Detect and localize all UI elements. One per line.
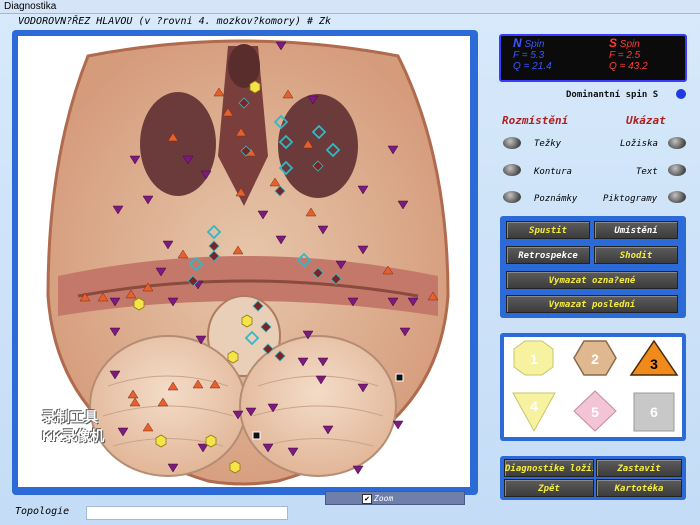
ukazat-title: Ukázat — [626, 114, 666, 127]
scan-heading: VODOROVN?ŘEZ HLAVOU (v ?rovni 4. mozkov?… — [18, 16, 332, 27]
pictogram-4[interactable]: 4 — [512, 392, 556, 433]
radio-kontura[interactable] — [503, 164, 521, 176]
topologie-label: Topologie — [15, 506, 70, 517]
watermark-text: 录制工具 — [42, 409, 98, 425]
watermark-text-2: KK录像机 — [42, 428, 105, 444]
zpet-button[interactable]: Zpět — [504, 479, 594, 497]
scan-viewport[interactable]: 录制工具 KK录像机 — [18, 36, 470, 487]
radio-loziska[interactable] — [668, 137, 686, 149]
bottom-panel: Diagnostike ložisk Zastavit Zpět Kartoté… — [500, 456, 686, 500]
radio-piktogramy[interactable] — [668, 191, 686, 203]
spin-left-q: Q = 21.4 — [513, 61, 552, 72]
scan-panel: 录制工具 KK录像机 — [12, 30, 478, 495]
dominant-spin-label: Dominantní spin S — [566, 90, 659, 100]
pictogram-6[interactable]: 6 — [633, 392, 675, 432]
vymazat-oznacene-button[interactable]: Vymazat ozna?ené — [506, 271, 678, 289]
option-kontura-label: Kontura — [534, 167, 572, 177]
pictogram-panel: 1 2 3 4 5 6 — [500, 333, 686, 441]
dominant-spin-indicator — [676, 89, 686, 99]
spin-right: S Spin F = 2.5 Q = 43.2 — [609, 36, 648, 72]
vymazat-posledni-button[interactable]: Vymazat poslední — [506, 295, 678, 313]
option-text-label: Text — [636, 167, 658, 177]
window-title: Diagnostika — [0, 0, 700, 14]
pictogram-2-label: 2 — [591, 351, 599, 367]
pictogram-3[interactable]: 3 — [629, 339, 679, 376]
spin-left-word: Spin — [524, 39, 545, 50]
zastavit-button[interactable]: Zastavit — [596, 459, 682, 477]
radio-tezky[interactable] — [503, 137, 521, 149]
retrospekce-button[interactable]: Retrospekce — [506, 246, 590, 264]
option-piktogramy-label: Piktogramy — [603, 194, 658, 204]
topologie-field[interactable] — [86, 506, 288, 520]
pictogram-1-label: 1 — [530, 351, 538, 367]
radio-text[interactable] — [668, 164, 686, 176]
shodit-button[interactable]: Shodit — [594, 246, 678, 264]
spin-right-q: Q = 43.2 — [609, 61, 648, 72]
pictogram-2[interactable]: 2 — [573, 340, 617, 376]
spin-right-word: Spin — [619, 39, 640, 50]
spin-display: N Spin F = 5.3 Q = 21.4 S Spin F = 2.5 Q… — [499, 34, 687, 82]
zoom-bar — [325, 491, 465, 505]
option-tezky-label: Težky — [534, 139, 562, 149]
pictogram-5[interactable]: 5 — [573, 390, 617, 432]
spustit-button[interactable]: Spustit — [506, 221, 590, 239]
spin-right-f: F = 2.5 — [609, 50, 641, 61]
option-loziska-label: Ložiska — [620, 139, 658, 149]
diagnostika-button[interactable]: Diagnostike ložisk — [504, 459, 594, 477]
pictogram-5-label: 5 — [591, 404, 599, 420]
pictogram-3-label: 3 — [650, 356, 658, 372]
pictogram-1[interactable]: 1 — [513, 340, 554, 376]
zoom-checkbox[interactable]: ✔ — [362, 494, 372, 504]
radio-poznamky[interactable] — [503, 191, 521, 203]
kartoteka-button[interactable]: Kartotéka — [596, 479, 682, 497]
pictogram-6-label: 6 — [650, 404, 658, 420]
umisteni-button[interactable]: Umístění — [594, 221, 678, 239]
zoom-label: Zoom — [374, 494, 394, 503]
rozmisteni-title: Rozmístění — [502, 114, 569, 127]
option-poznamky-label: Poznámky — [534, 194, 578, 204]
spin-right-letter: S — [609, 36, 618, 50]
spin-left: N Spin F = 5.3 Q = 21.4 — [513, 36, 552, 72]
pictogram-4-label: 4 — [530, 398, 538, 414]
control-panel: Spustit Umístění Retrospekce Shodit Vyma… — [500, 216, 686, 318]
spin-left-f: F = 5.3 — [513, 50, 545, 61]
pictogram-grid: 1 2 3 4 5 6 — [504, 337, 682, 437]
spin-left-letter: N — [513, 36, 522, 50]
